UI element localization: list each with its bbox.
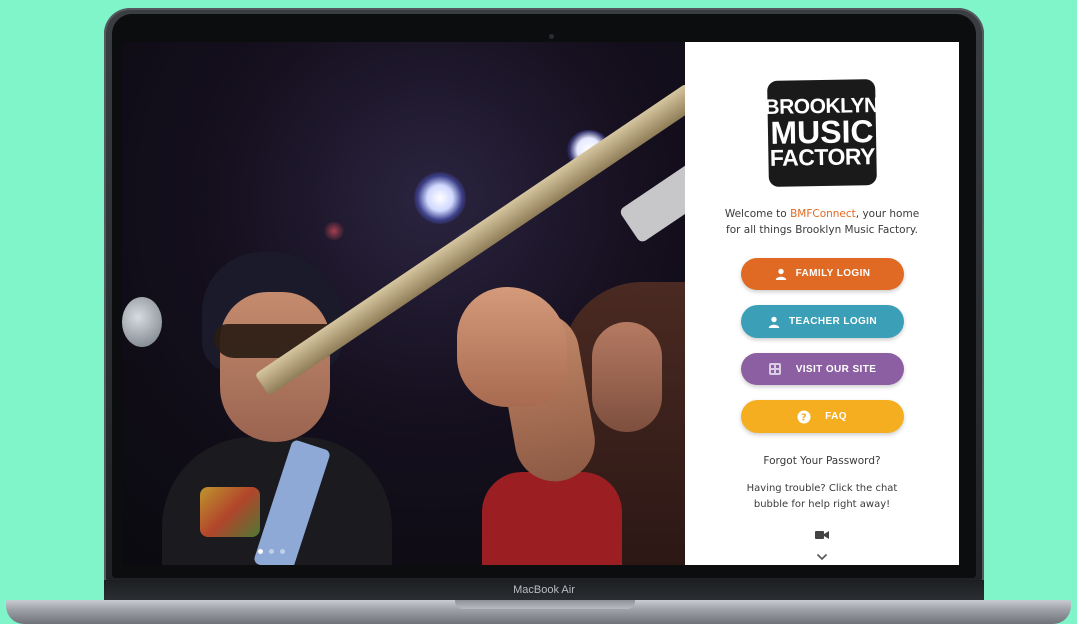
hero-carousel [122,42,685,565]
welcome-text: Welcome to BMFConnect, your home for all… [724,207,920,236]
visit-our-site-label: VISIT OUR SITE [795,363,877,375]
site-icon [768,362,782,376]
svg-text:?: ? [801,412,807,423]
family-login-button[interactable]: FAMILY LOGIN [740,257,904,291]
trouble-help-text: Having trouble? Click the chat bubble fo… [746,482,898,510]
guitarist-back-face [592,322,662,432]
shirt-graphic [200,487,260,537]
webcam-icon [549,34,554,39]
user-icon [767,315,781,329]
microphone [122,297,162,347]
chevron-down-icon[interactable] [816,546,828,565]
device-label: MacBook Air [513,584,575,596]
visit-our-site-button[interactable]: VISIT OUR SITE [740,352,904,386]
teacher-login-label: TEACHER LOGIN [789,316,877,328]
screen: BROOKLYN MUSIC FACTORY Welcome to BMFCon… [122,42,959,565]
faq-label: FAQ [825,411,847,423]
laptop-chin: MacBook Air [104,580,984,602]
carousel-dot-1[interactable] [258,549,263,554]
login-panel: BROOKLYN MUSIC FACTORY Welcome to BMFCon… [685,42,959,565]
teacher-login-button[interactable]: TEACHER LOGIN [740,305,904,338]
carousel-dot-3[interactable] [280,549,285,554]
laptop-notch [455,600,635,609]
video-camera-icon[interactable] [815,525,829,544]
logo-line-3: FACTORY [769,143,876,171]
forgot-password-link[interactable]: Forgot Your Password? [763,455,880,467]
carousel-dot-2[interactable] [269,549,274,554]
carousel-dots [258,549,285,554]
guitar-headstock [618,160,685,244]
red-shirt [482,472,622,565]
stage-light [322,222,346,240]
family-login-label: FAMILY LOGIN [795,268,871,280]
faq-button[interactable]: ? FAQ [740,400,904,433]
brooklyn-music-factory-logo: BROOKLYN MUSIC FACTORY [764,79,879,187]
laptop-lid: BROOKLYN MUSIC FACTORY Welcome to BMFCon… [104,8,984,584]
stage-light [414,172,466,224]
bmfconnect-link[interactable]: BMFConnect [790,208,856,220]
fretting-hand [457,287,567,407]
question-icon: ? [797,410,811,424]
user-icon [774,267,788,281]
